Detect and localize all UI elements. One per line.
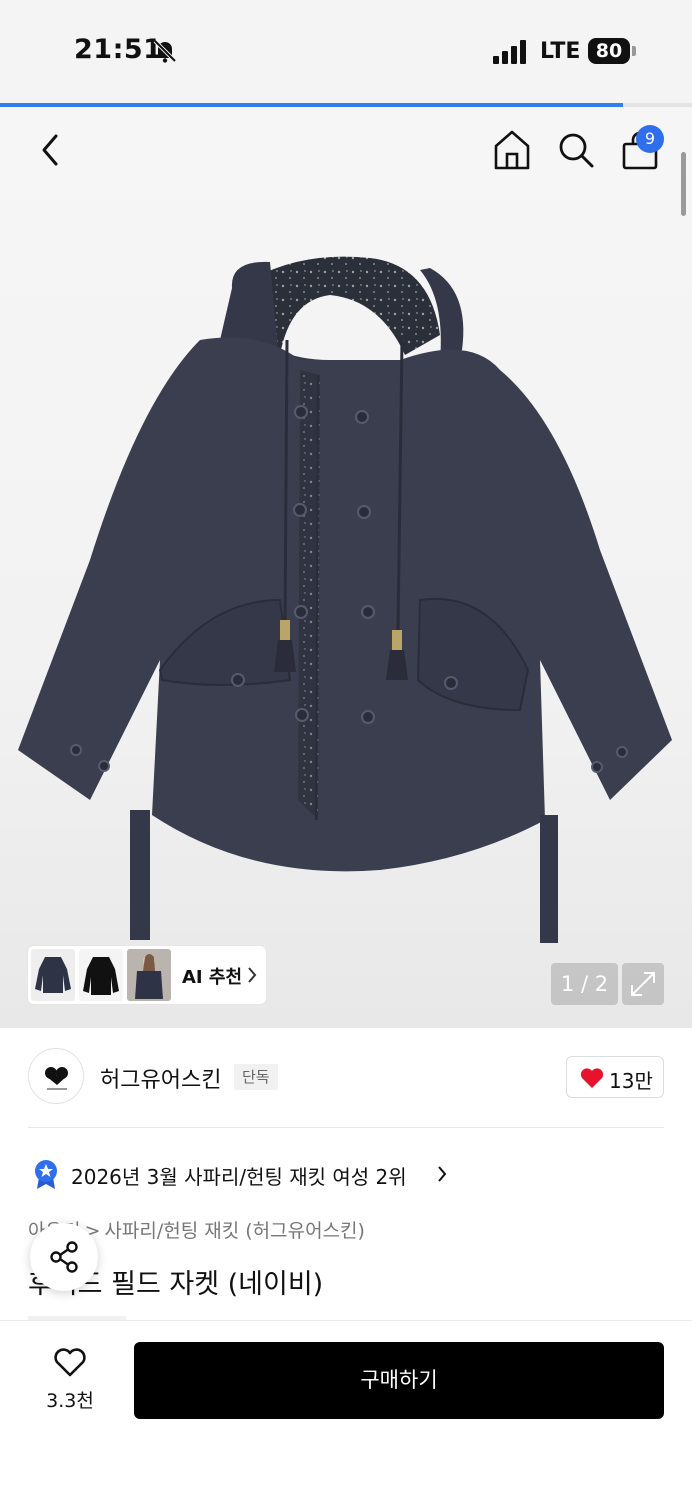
exclusive-badge: 단독 [234, 1064, 278, 1090]
cart-count-badge: 9 [636, 125, 664, 153]
heart-filled-icon [580, 1068, 604, 1088]
battery-tip [632, 46, 636, 56]
brand-like-count: 13만 [609, 1069, 653, 1093]
brand-like-button[interactable]: 13만 [566, 1056, 664, 1098]
chevron-right-icon[interactable] [436, 1164, 448, 1184]
search-icon[interactable] [556, 130, 596, 170]
home-icon[interactable] [492, 128, 532, 172]
heart-outline-icon[interactable] [52, 1346, 88, 1378]
share-icon [50, 1241, 78, 1273]
ranking-text[interactable]: 2026년 3월 사파리/헌팅 재킷 여성 2위 [71, 1161, 407, 1190]
image-page-counter: 1 / 2 [551, 963, 618, 1005]
status-time: 21:51 [74, 34, 163, 65]
ai-recommend-label: AI 추천 [182, 967, 243, 988]
buy-button[interactable]: 구매하기 [134, 1342, 664, 1419]
ai-recommend-strip[interactable]: AI 추천 [28, 946, 266, 1004]
network-type: LTE [540, 39, 581, 64]
chevron-right-icon [248, 967, 257, 983]
share-button[interactable] [30, 1223, 98, 1291]
battery-indicator: 80 [588, 38, 630, 64]
chevron-left-icon[interactable] [34, 130, 66, 170]
wishlist-count: 3.3천 [46, 1390, 94, 1412]
brand-logo-mark [45, 1067, 68, 1090]
ranking-badge-icon [35, 1160, 57, 1189]
scroll-indicator [681, 152, 686, 216]
product-jacket-image[interactable] [0, 240, 692, 960]
signal-icon [493, 40, 529, 64]
brand-name[interactable]: 허그유어스킨 [100, 1062, 221, 1094]
status-bar: 21:51 LTE 80 [0, 0, 692, 104]
breadcrumb-subcategory[interactable]: 사파리/헌팅 재킷 (허그유어스킨) [104, 1220, 365, 1242]
section-divider [28, 1127, 664, 1128]
expand-icon [631, 972, 655, 996]
bell-slash-icon [153, 39, 177, 63]
brand-logo[interactable] [28, 1048, 84, 1104]
model-thumb[interactable] [127, 949, 171, 1001]
black-jacket-thumb[interactable] [79, 949, 123, 1001]
navy-jacket-thumb[interactable] [31, 949, 75, 1001]
expand-image-button[interactable] [622, 963, 664, 1005]
